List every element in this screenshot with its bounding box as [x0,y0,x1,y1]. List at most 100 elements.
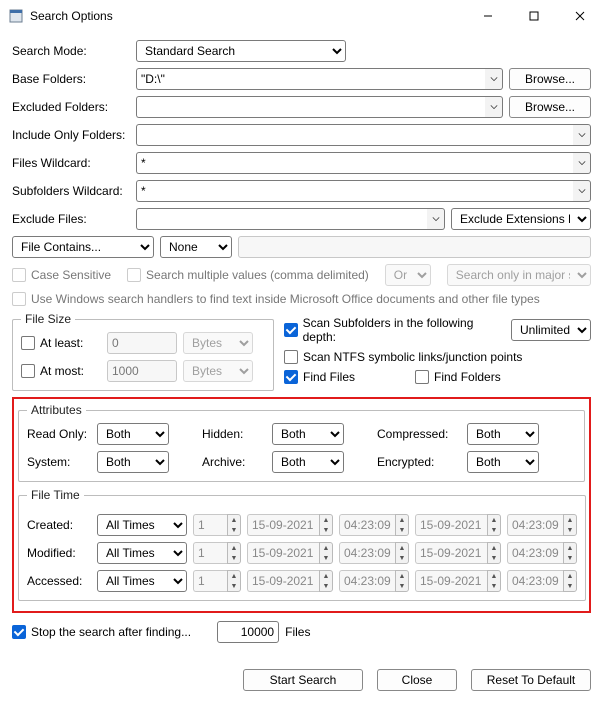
case-sensitive-checkbox[interactable]: Case Sensitive [12,268,111,282]
files-wildcard-input[interactable] [136,152,573,174]
titlebar: Search Options [0,0,603,32]
system-select[interactable]: Both [97,451,169,473]
read-only-select[interactable]: Both [97,423,169,445]
at-least-input[interactable] [107,332,177,354]
at-most-checkbox[interactable]: At most: [21,364,101,378]
base-folders-combo[interactable] [136,68,503,90]
at-most-unit-select[interactable]: Bytes [183,360,253,382]
depth-select[interactable]: Unlimited [511,319,591,341]
stop-after-input[interactable] [217,621,279,643]
spinner-icon[interactable]: ▲▼ [395,570,409,592]
attributes-legend: Attributes [27,403,86,417]
chevron-down-icon[interactable] [485,68,503,90]
spinner-icon[interactable]: ▲▼ [227,570,241,592]
ntfs-symlinks-checkbox[interactable]: Scan NTFS symbolic links/junction points [284,350,591,364]
excluded-folders-label: Excluded Folders: [12,100,130,114]
chevron-down-icon[interactable] [485,96,503,118]
file-contains-mode-select[interactable]: None [160,236,232,258]
created-range-select[interactable]: All Times [97,514,187,536]
modified-date1-input[interactable] [247,542,319,564]
include-only-folders-input[interactable] [136,124,573,146]
files-wildcard-combo[interactable] [136,152,591,174]
subfolders-wildcard-combo[interactable] [136,180,591,202]
spinner-icon[interactable]: ▲▼ [487,514,501,536]
base-folders-input[interactable] [136,68,485,90]
encrypted-select[interactable]: Both [467,451,539,473]
exclude-extensions-select[interactable]: Exclude Extensions List [451,208,591,230]
windows-handlers-label: Use Windows search handlers to find text… [31,292,540,306]
hidden-select[interactable]: Both [272,423,344,445]
spinner-icon[interactable]: ▲▼ [227,542,241,564]
at-most-input[interactable] [107,360,177,382]
modified-time1-input[interactable] [339,542,395,564]
spinner-icon[interactable]: ▲▼ [395,542,409,564]
compressed-select[interactable]: Both [467,423,539,445]
excluded-folders-combo[interactable] [136,96,503,118]
stop-after-label: Stop the search after finding... [31,625,191,639]
minimize-button[interactable] [465,0,511,32]
base-folders-browse-button[interactable]: Browse... [509,68,591,90]
ntfs-symlinks-label: Scan NTFS symbolic links/junction points [303,350,522,364]
files-wildcard-label: Files Wildcard: [12,156,130,170]
reset-default-button[interactable]: Reset To Default [471,669,591,691]
spinner-icon[interactable]: ▲▼ [563,514,577,536]
spinner-icon[interactable]: ▲▼ [319,542,333,564]
close-dialog-button[interactable]: Close [377,669,457,691]
chevron-down-icon[interactable] [573,124,591,146]
subfolders-wildcard-input[interactable] [136,180,573,202]
scan-subfolders-checkbox[interactable]: Scan Subfolders in the following depth: [284,316,503,344]
search-multiple-checkbox[interactable]: Search multiple values (comma delimited) [127,268,369,282]
archive-select[interactable]: Both [272,451,344,473]
exclude-files-input[interactable] [136,208,427,230]
spinner-icon[interactable]: ▲▼ [395,514,409,536]
created-time2-input[interactable] [507,514,563,536]
excluded-folders-browse-button[interactable]: Browse... [509,96,591,118]
windows-handlers-checkbox[interactable]: Use Windows search handlers to find text… [12,292,540,306]
accessed-range-select[interactable]: All Times [97,570,187,592]
find-files-checkbox[interactable]: Find Files [284,370,355,384]
maximize-button[interactable] [511,0,557,32]
spinner-icon[interactable]: ▲▼ [319,570,333,592]
spinner-icon[interactable]: ▲▼ [319,514,333,536]
spinner-icon[interactable]: ▲▼ [563,570,577,592]
start-search-button[interactable]: Start Search [243,669,363,691]
search-multiple-label: Search multiple values (comma delimited) [146,268,369,282]
at-least-unit-select[interactable]: Bytes [183,332,253,354]
file-contains-select[interactable]: File Contains... [12,236,154,258]
spinner-icon[interactable]: ▲▼ [227,514,241,536]
created-date1-input[interactable] [247,514,319,536]
chevron-down-icon[interactable] [573,180,591,202]
stop-after-suffix: Files [285,625,310,639]
exclude-files-combo[interactable] [136,208,445,230]
accessed-time2-input[interactable] [507,570,563,592]
modified-date2-input[interactable] [415,542,487,564]
file-contains-input[interactable] [238,236,591,258]
created-time1-input[interactable] [339,514,395,536]
excluded-folders-input[interactable] [136,96,485,118]
stop-after-checkbox[interactable]: Stop the search after finding... [12,625,191,639]
search-mode-select[interactable]: Standard Search [136,40,346,62]
modified-days-input[interactable] [193,542,227,564]
accessed-date2-input[interactable] [415,570,487,592]
created-date2-input[interactable] [415,514,487,536]
modified-range-select[interactable]: All Times [97,542,187,564]
accessed-days-input[interactable] [193,570,227,592]
include-only-folders-label: Include Only Folders: [12,128,130,142]
at-least-checkbox[interactable]: At least: [21,336,101,350]
spinner-icon[interactable]: ▲▼ [487,542,501,564]
or-select[interactable]: Or [385,264,431,286]
chevron-down-icon[interactable] [427,208,445,230]
find-folders-checkbox[interactable]: Find Folders [415,370,501,384]
major-streams-select[interactable]: Search only in major streams [447,264,591,286]
file-size-legend: File Size [21,312,75,326]
accessed-time1-input[interactable] [339,570,395,592]
read-only-label: Read Only: [27,427,97,441]
close-button[interactable] [557,0,603,32]
spinner-icon[interactable]: ▲▼ [487,570,501,592]
spinner-icon[interactable]: ▲▼ [563,542,577,564]
chevron-down-icon[interactable] [573,152,591,174]
include-only-folders-combo[interactable] [136,124,591,146]
modified-time2-input[interactable] [507,542,563,564]
created-days-input[interactable] [193,514,227,536]
accessed-date1-input[interactable] [247,570,319,592]
